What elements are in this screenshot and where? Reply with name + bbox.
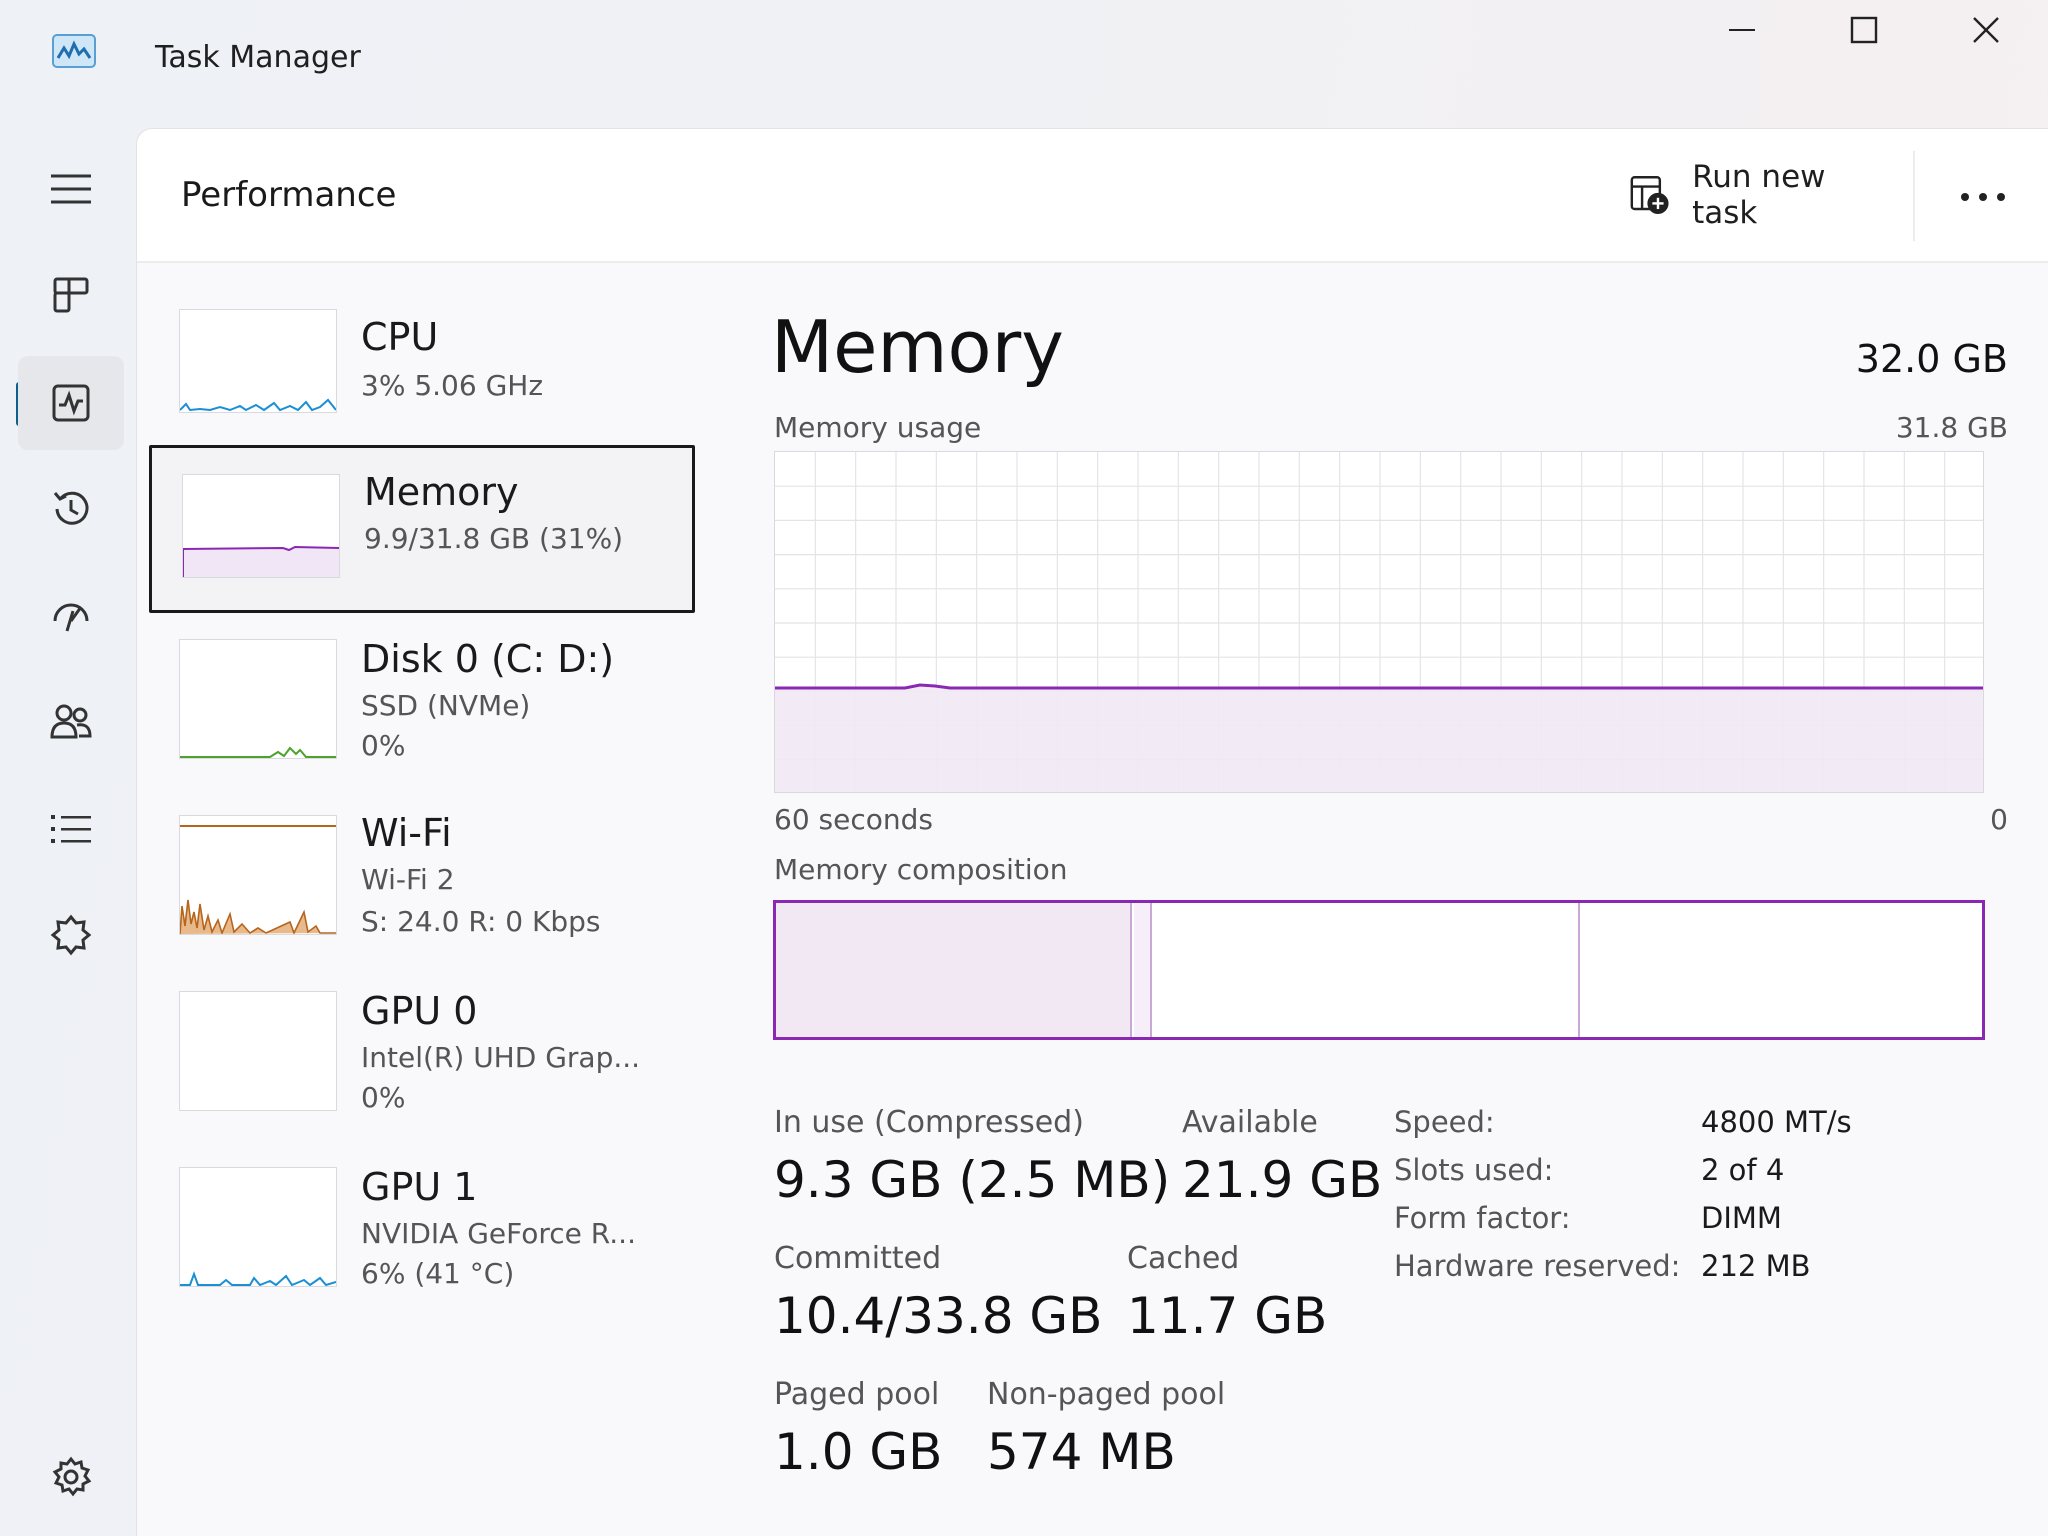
memory-usage-area	[775, 684, 1983, 792]
resource-detail: Intel(R) UHD Grap...	[361, 1041, 641, 1074]
nav-app-history[interactable]	[18, 462, 124, 556]
startup-apps-icon	[53, 603, 89, 632]
resource-name: GPU 1	[361, 1165, 478, 1209]
resource-throughput: S: 24.0 R: 0 Kbps	[361, 905, 601, 938]
header-separator	[1913, 151, 1915, 241]
nav-menu-button[interactable]	[18, 142, 124, 236]
resource-name: Disk 0 (C: D:)	[361, 637, 615, 681]
composition-free	[1582, 903, 1982, 1037]
title-bar: Task Manager	[0, 0, 2048, 120]
non-paged-pool-value: 574 MB	[987, 1423, 1176, 1481]
details-icon	[51, 815, 91, 843]
nav-processes[interactable]	[18, 248, 124, 342]
memory-usage-max: 31.8 GB	[1895, 411, 2008, 444]
form-factor-label: Form factor:	[1394, 1201, 1571, 1235]
composition-standby	[1154, 903, 1580, 1037]
committed-label: Committed	[774, 1241, 942, 1276]
gpu1-thumbnail-graph	[179, 1167, 337, 1287]
hardware-reserved-value: 212 MB	[1701, 1249, 1811, 1283]
maximize-icon	[1850, 16, 1878, 44]
resource-detail: NVIDIA GeForce R...	[361, 1217, 636, 1250]
memory-thumbnail-graph	[182, 474, 340, 578]
minimize-button[interactable]	[1682, 0, 1802, 60]
speed-label: Speed:	[1394, 1105, 1495, 1139]
hardware-reserved-label: Hardware reserved:	[1394, 1249, 1681, 1283]
slots-used-value: 2 of 4	[1701, 1153, 1785, 1187]
in-use-value: 9.3 GB (2.5 MB)	[774, 1151, 1171, 1209]
cached-label: Cached	[1127, 1241, 1240, 1276]
resource-name: Wi-Fi	[361, 811, 452, 855]
composition-in-use	[776, 903, 1132, 1037]
resource-name: CPU	[361, 315, 439, 359]
resource-disk-0[interactable]: Disk 0 (C: D:) SSD (NVMe) 0%	[149, 615, 695, 783]
main-panel: Performance Run new task CPU 3% 5.06 GHz	[136, 128, 2048, 1536]
gpu0-thumbnail-graph	[179, 991, 337, 1111]
disk-thumbnail-graph	[179, 639, 337, 759]
window-title: Task Manager	[155, 40, 361, 75]
memory-usage-label: Memory usage	[774, 411, 982, 444]
services-icon	[50, 914, 92, 956]
performance-icon	[52, 384, 90, 422]
resource-detail: Wi-Fi 2	[361, 863, 455, 896]
run-new-task-label: Run new task	[1692, 159, 1826, 231]
available-label: Available	[1182, 1105, 1318, 1140]
users-icon	[50, 704, 92, 739]
detail-total-memory: 32.0 GB	[1855, 337, 2008, 381]
in-use-label: In use (Compressed)	[774, 1105, 1084, 1140]
non-paged-pool-label: Non-paged pool	[987, 1377, 1226, 1412]
speed-value: 4800 MT/s	[1701, 1105, 1852, 1139]
resource-detail: 3% 5.06 GHz	[361, 369, 544, 402]
resource-gpu-0[interactable]: GPU 0 Intel(R) UHD Grap... 0%	[149, 967, 695, 1135]
cpu-thumbnail-graph	[179, 309, 337, 413]
nav-settings[interactable]	[18, 1430, 124, 1524]
resource-usage: 0%	[361, 1081, 406, 1114]
resource-usage: 6% (41 °C)	[361, 1257, 515, 1290]
nav-performance[interactable]	[18, 356, 124, 450]
memory-composition-label: Memory composition	[774, 853, 1068, 886]
app-history-icon	[53, 491, 89, 525]
memory-usage-graph	[774, 451, 1984, 793]
close-button[interactable]	[1926, 0, 2046, 60]
hamburger-menu-icon	[51, 174, 91, 204]
resource-name: Memory	[364, 470, 519, 514]
resource-cpu[interactable]: CPU 3% 5.06 GHz	[149, 289, 695, 457]
cached-value: 11.7 GB	[1127, 1287, 1328, 1345]
memory-composition-bar	[773, 900, 1985, 1040]
nav-users[interactable]	[18, 674, 124, 768]
paged-pool-value: 1.0 GB	[774, 1423, 943, 1481]
resource-detail: SSD (NVMe)	[361, 689, 531, 722]
resource-wifi[interactable]: Wi-Fi Wi-Fi 2 S: 24.0 R: 0 Kbps	[149, 791, 695, 959]
detail-title: Memory	[771, 305, 1064, 389]
close-icon	[1973, 17, 1999, 43]
composition-modified	[1134, 903, 1152, 1037]
nav-details[interactable]	[18, 782, 124, 876]
form-factor-value: DIMM	[1701, 1201, 1782, 1235]
resource-usage: 0%	[361, 729, 406, 762]
page-title: Performance	[181, 175, 397, 215]
more-options-icon	[1961, 193, 2005, 201]
more-options-button[interactable]	[1943, 169, 2023, 225]
time-end-label: 0	[1990, 803, 2008, 836]
committed-value: 10.4/33.8 GB	[774, 1287, 1103, 1345]
resource-detail: 9.9/31.8 GB (31%)	[364, 522, 624, 555]
minimize-icon	[1729, 29, 1755, 31]
task-manager-icon	[52, 34, 96, 68]
run-new-task-button[interactable]: Run new task	[1617, 159, 1887, 231]
maximize-button[interactable]	[1804, 0, 1924, 60]
run-new-task-icon	[1630, 176, 1669, 214]
processes-icon	[53, 277, 89, 313]
resource-memory[interactable]: Memory 9.9/31.8 GB (31%)	[149, 445, 695, 613]
nav-services[interactable]	[18, 888, 124, 982]
nav-startup-apps[interactable]	[18, 568, 124, 662]
wifi-thumbnail-graph	[179, 815, 337, 936]
resource-name: GPU 0	[361, 989, 478, 1033]
available-value: 21.9 GB	[1182, 1151, 1383, 1209]
paged-pool-label: Paged pool	[774, 1377, 940, 1412]
slots-used-label: Slots used:	[1394, 1153, 1554, 1187]
resource-gpu-1[interactable]: GPU 1 NVIDIA GeForce R... 6% (41 °C)	[149, 1143, 695, 1311]
page-header: Performance Run new task	[137, 129, 2048, 263]
settings-icon	[52, 1456, 92, 1497]
time-window-label: 60 seconds	[774, 803, 933, 836]
